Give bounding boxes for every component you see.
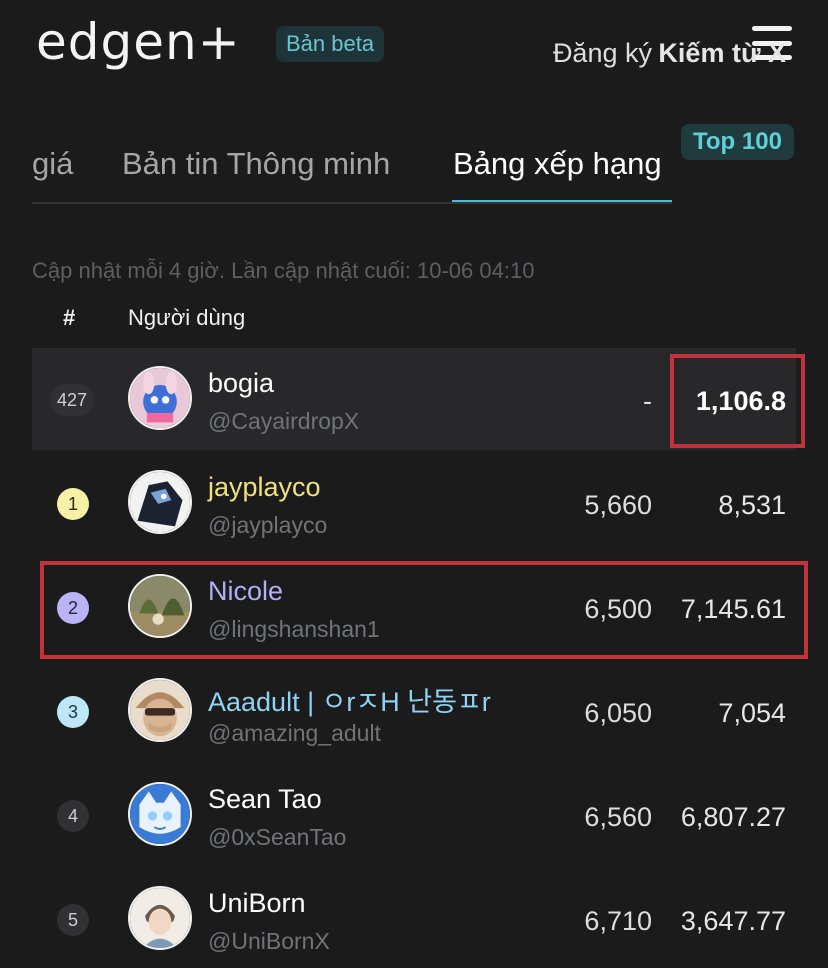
earned-value: 6,807.27 xyxy=(680,802,786,832)
edgen-logo[interactable]: edgen+ xyxy=(36,12,241,72)
user-handle: @amazing_adult xyxy=(208,720,381,746)
tab-leaderboard[interactable]: Bảng xếp hạng xyxy=(453,146,662,182)
update-info-text: Cập nhật mỗi 4 giờ. Lần cập nhật cuối: 1… xyxy=(32,258,535,283)
registered-value: 6,710 xyxy=(584,906,652,936)
table-row[interactable]: 1 jayplayco @jayplayco 5,660 8,531 xyxy=(32,452,796,554)
user-name[interactable]: jayplayco xyxy=(208,472,321,503)
earned-value: 7,145.61 xyxy=(680,594,786,624)
avatar xyxy=(128,574,192,638)
user-handle: @0xSeanTao xyxy=(208,824,347,850)
earned-value: 3,647.77 xyxy=(680,906,786,936)
current-user-row[interactable]: 427 bogia @CayairdropX - 1,106.8 xyxy=(32,348,796,450)
earned-value: 8,531 xyxy=(718,490,786,520)
earned-value: 7,054 xyxy=(718,698,786,728)
avatar xyxy=(128,678,192,742)
column-header-user: Người dùng xyxy=(128,305,246,330)
registered-value: - xyxy=(643,386,652,416)
registered-value: 6,050 xyxy=(584,698,652,728)
column-header-rank: # xyxy=(63,305,76,330)
table-row[interactable]: 3 Aaadult | ㅇrㅈH 난동ㅍr @amazing_adult 6,0… xyxy=(32,660,796,762)
column-header-earned[interactable]: Kiếm từ X xyxy=(658,38,786,69)
avatar xyxy=(128,470,192,534)
user-name[interactable]: bogia xyxy=(208,368,274,399)
earned-value: 1,106.8 xyxy=(695,386,786,416)
user-name[interactable]: UniBorn xyxy=(208,888,306,919)
rank-badge: 1 xyxy=(57,488,89,520)
tab-bar: giá Bản tin Thông minh Bảng xếp hạng xyxy=(32,124,672,204)
user-handle: @CayairdropX xyxy=(208,408,360,434)
column-header-registered: Đăng ký xyxy=(552,38,652,68)
registered-value: 6,500 xyxy=(584,594,652,624)
top-100-badge: Top 100 xyxy=(681,124,794,160)
user-name[interactable]: Nicole xyxy=(208,576,283,607)
rank-badge: 2 xyxy=(57,592,89,624)
tab-price[interactable]: giá xyxy=(32,146,73,182)
rank-badge: 4 xyxy=(57,800,89,832)
avatar xyxy=(128,366,192,430)
avatar xyxy=(128,886,192,950)
user-handle: @jayplayco xyxy=(208,512,328,538)
active-tab-indicator xyxy=(452,200,672,202)
user-name[interactable]: Sean Tao xyxy=(208,784,322,815)
rank-badge: 427 xyxy=(50,384,94,416)
avatar xyxy=(128,782,192,846)
user-name[interactable]: Aaadult | ㅇrㅈH 난동ㅍr xyxy=(208,680,491,719)
rank-badge: 5 xyxy=(57,904,89,936)
table-row[interactable]: 2 Nicole @lingshanshan1 6,500 7,145.61 xyxy=(32,556,796,658)
user-handle: @lingshanshan1 xyxy=(208,616,380,642)
beta-badge: Bản beta xyxy=(276,26,385,62)
tab-smart-news[interactable]: Bản tin Thông minh xyxy=(122,146,390,182)
registered-value: 5,660 xyxy=(584,490,652,520)
user-handle: @UniBornX xyxy=(208,928,330,954)
table-row[interactable]: 5 UniBorn @UniBornX 6,710 3,647.77 xyxy=(32,868,796,968)
table-row[interactable]: 4 Sean Tao @0xSeanTao 6,560 6,807.27 xyxy=(32,764,796,866)
registered-value: 6,560 xyxy=(584,802,652,832)
rank-badge: 3 xyxy=(57,696,89,728)
